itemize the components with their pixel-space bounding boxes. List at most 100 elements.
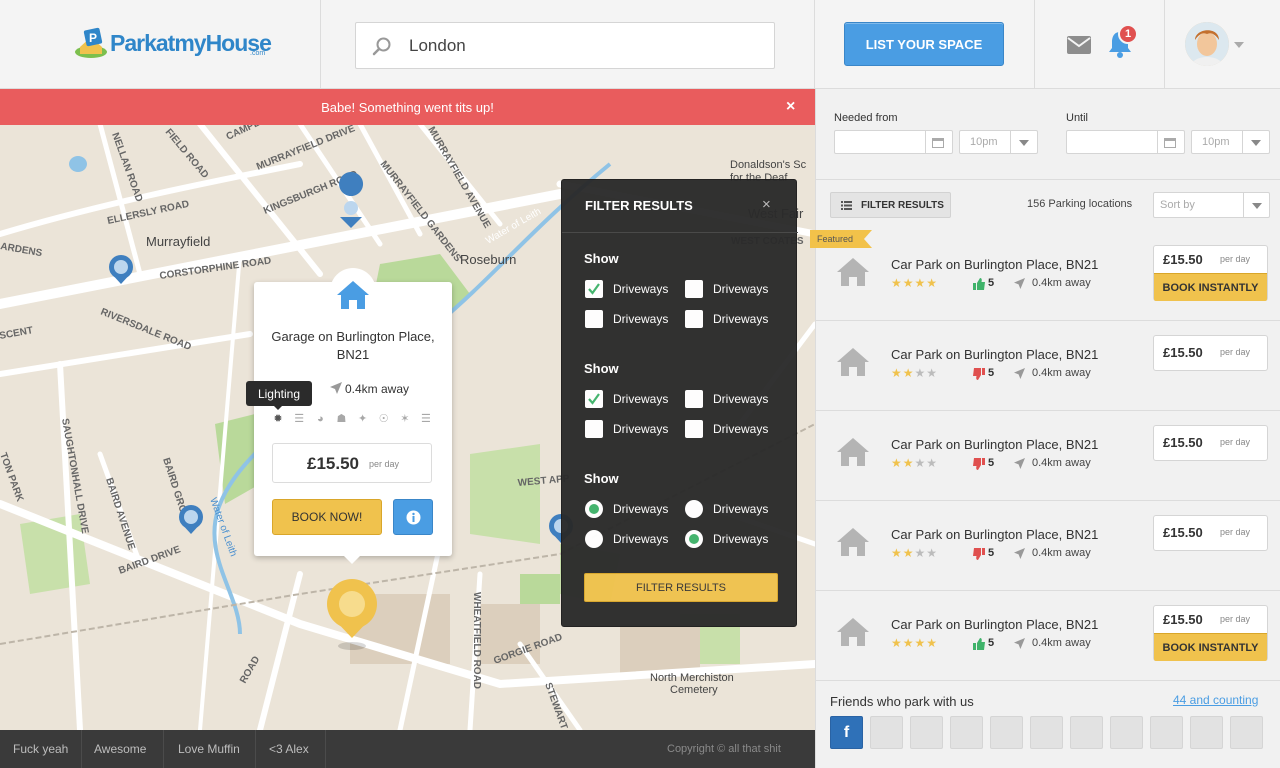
- result-title[interactable]: Car Park on Burlington Place, BN21: [891, 257, 1098, 272]
- radio-button[interactable]: [685, 500, 703, 518]
- apply-filter-button[interactable]: FILTER RESULTS: [584, 573, 778, 602]
- friend-avatar-slot[interactable]: [990, 716, 1023, 749]
- access-icon[interactable]: ✦: [357, 413, 369, 425]
- star-icon: ★: [926, 636, 939, 650]
- radio-button[interactable]: [585, 530, 603, 548]
- friend-avatar-slot[interactable]: [1030, 716, 1063, 749]
- result-row[interactable]: Car Park on Burlington Place, BN21 ★★★★ 5 0…: [816, 321, 1280, 411]
- star-icon: ★: [914, 456, 927, 470]
- facebook-icon[interactable]: f: [830, 716, 863, 749]
- filter-checkbox-option[interactable]: Driveways: [685, 390, 768, 408]
- sort-select[interactable]: Sort by: [1153, 192, 1270, 218]
- checkbox[interactable]: [585, 390, 603, 408]
- result-distance: 0.4km away: [1032, 547, 1091, 559]
- friend-avatar-slot[interactable]: [1190, 716, 1223, 749]
- star-icon: ★: [914, 366, 927, 380]
- friend-avatar-slot[interactable]: [950, 716, 983, 749]
- result-row[interactable]: Car Park on Burlington Place, BN21 ★★★★ 5 0…: [816, 231, 1280, 321]
- filter-checkbox-option[interactable]: Driveways: [685, 280, 768, 298]
- star-icon: ★: [914, 276, 927, 290]
- friend-avatar-slot[interactable]: [1230, 716, 1263, 749]
- checkbox[interactable]: [585, 280, 603, 298]
- option-label: Driveways: [613, 312, 669, 326]
- result-title[interactable]: Car Park on Burlington Place, BN21: [891, 347, 1098, 362]
- footer-link[interactable]: Love Muffin: [164, 730, 256, 768]
- filter-radio-option[interactable]: Driveways: [685, 500, 768, 518]
- avatar[interactable]: [1185, 22, 1229, 66]
- friend-avatar-slot[interactable]: [1070, 716, 1103, 749]
- footer-link[interactable]: Awesome: [82, 730, 164, 768]
- checkbox[interactable]: [685, 280, 703, 298]
- checkbox[interactable]: [685, 310, 703, 328]
- security-icon[interactable]: ◕: [314, 413, 326, 425]
- info-button[interactable]: [393, 499, 433, 535]
- result-row[interactable]: Car Park on Burlington Place, BN21 ★★★★ 5 0…: [816, 501, 1280, 591]
- site-logo[interactable]: P ParkatmyHouse .com: [74, 26, 272, 60]
- filter-panel-title: FILTER RESULTS: [585, 198, 693, 213]
- chevron-down-icon: [1252, 203, 1262, 209]
- filter-checkbox-option[interactable]: Driveways: [685, 310, 768, 328]
- cctv-icon[interactable]: ☰: [293, 413, 305, 425]
- lighting-icon[interactable]: ✹: [272, 413, 284, 425]
- footer-link[interactable]: Fuck yeah: [0, 730, 82, 768]
- needed-from-time-select[interactable]: 10pm: [959, 130, 1038, 154]
- footer-link[interactable]: <3 Alex: [256, 730, 326, 768]
- book-now-button[interactable]: BOOK NOW!: [272, 499, 382, 535]
- book-instantly-button[interactable]: BOOK INSTANTLY: [1154, 633, 1267, 661]
- book-instantly-button[interactable]: BOOK INSTANTLY: [1154, 273, 1267, 301]
- map-place-label: Donaldson's Sc: [730, 159, 807, 171]
- filter-checkbox-option[interactable]: Driveways: [585, 390, 668, 408]
- until-date-input[interactable]: [1066, 130, 1185, 154]
- gate-icon[interactable]: ✶: [399, 413, 411, 425]
- filter-radio-option[interactable]: Driveways: [585, 530, 668, 548]
- covered-icon[interactable]: ☗: [335, 413, 347, 425]
- house-icon: [837, 528, 869, 556]
- filter-radio-option[interactable]: Driveways: [685, 530, 768, 548]
- filter-radio-option[interactable]: Driveways: [585, 500, 668, 518]
- needed-from-date-input[interactable]: [834, 130, 953, 154]
- friend-avatar-slot[interactable]: [1110, 716, 1143, 749]
- result-distance: 0.4km away: [1032, 277, 1091, 289]
- friend-avatar-slot[interactable]: [1150, 716, 1183, 749]
- mail-icon[interactable]: [1067, 36, 1091, 54]
- filter-results-button[interactable]: FILTER RESULTS: [830, 192, 951, 218]
- radio-button[interactable]: [685, 530, 703, 548]
- star-icon: ★: [914, 636, 927, 650]
- option-label: Driveways: [613, 532, 669, 546]
- option-label: Driveways: [613, 422, 669, 436]
- map-place-label: Roseburn: [460, 252, 516, 267]
- result-title[interactable]: Car Park on Burlington Place, BN21: [891, 437, 1098, 452]
- close-icon[interactable]: ×: [762, 196, 771, 213]
- divider: [1010, 131, 1011, 153]
- result-row[interactable]: Car Park on Burlington Place, BN21 ★★★★ 5 0…: [816, 411, 1280, 501]
- result-title[interactable]: Car Park on Burlington Place, BN21: [891, 527, 1098, 542]
- checkbox[interactable]: [685, 420, 703, 438]
- list-your-space-button[interactable]: LIST YOUR SPACE: [844, 22, 1004, 66]
- result-title[interactable]: Car Park on Burlington Place, BN21: [891, 617, 1098, 632]
- search-input[interactable]: London: [355, 22, 775, 69]
- per-day-label: per day: [1220, 254, 1251, 264]
- filter-checkbox-option[interactable]: Driveways: [585, 280, 668, 298]
- friend-avatar-slot[interactable]: [910, 716, 943, 749]
- filter-checkbox-option[interactable]: Driveways: [585, 420, 668, 438]
- card-price-box: £15.50 per day: [272, 443, 432, 483]
- map-label: WHEATFIELD ROAD: [471, 592, 482, 689]
- close-icon[interactable]: ×: [786, 98, 795, 116]
- filter-checkbox-option[interactable]: Driveways: [585, 310, 668, 328]
- result-row[interactable]: Car Park on Burlington Place, BN21 ★★★★ 5 0…: [816, 591, 1280, 681]
- until-time-select[interactable]: 10pm: [1191, 130, 1270, 154]
- storage-icon[interactable]: ☰: [420, 413, 432, 425]
- electric-icon[interactable]: ☉: [378, 413, 390, 425]
- logo-text: ParkatmyHouse: [110, 30, 272, 57]
- checkbox[interactable]: [685, 390, 703, 408]
- chevron-down-icon[interactable]: [1234, 42, 1244, 48]
- checkbox[interactable]: [585, 420, 603, 438]
- star-icon: ★: [926, 456, 939, 470]
- card-pointer: [343, 555, 361, 564]
- navigation-arrow-icon: [1014, 368, 1025, 379]
- friends-count-link[interactable]: 44 and counting: [1173, 693, 1258, 707]
- friend-avatar-slot[interactable]: [870, 716, 903, 749]
- filter-checkbox-option[interactable]: Driveways: [685, 420, 768, 438]
- radio-button[interactable]: [585, 500, 603, 518]
- checkbox[interactable]: [585, 310, 603, 328]
